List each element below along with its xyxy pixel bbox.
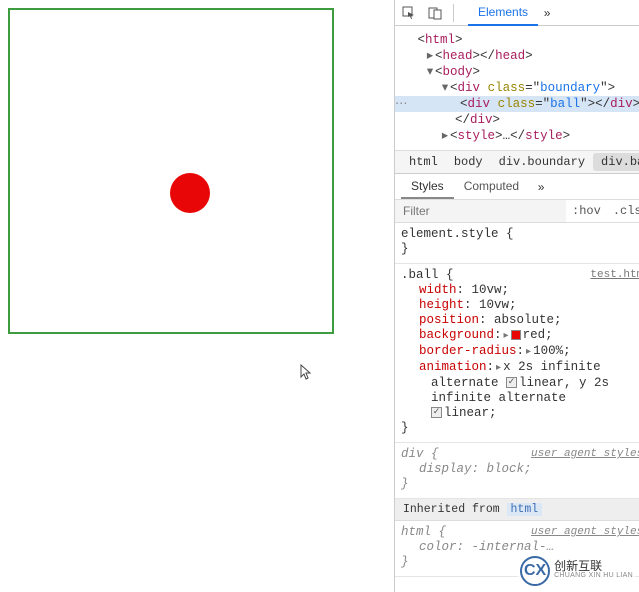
hov-toggle[interactable]: :hov: [566, 204, 607, 218]
styles-filter-input[interactable]: [395, 200, 566, 222]
logo-text-cn: 创新互联: [554, 561, 633, 571]
decl-width[interactable]: width: 10vw;: [401, 283, 639, 298]
devtools-tabs: Elements »: [468, 0, 556, 26]
dom-node-body[interactable]: ▾<body>: [395, 64, 639, 80]
rule-source-ua: user agent stylesheet: [531, 525, 639, 540]
styles-filter-row: :hov .cls ＋: [395, 200, 639, 223]
easing-swatch-icon[interactable]: [506, 377, 517, 388]
subtab-computed[interactable]: Computed: [454, 174, 529, 199]
brace-close: }: [401, 421, 639, 436]
tab-elements[interactable]: Elements: [468, 0, 538, 26]
preview-pane: [0, 0, 394, 592]
brace-close: }: [401, 242, 639, 257]
dom-tree[interactable]: <html> ▸<head></head> ▾<body> ▾<div clas…: [395, 26, 639, 150]
decl-animation[interactable]: animation:▸x 2s infinite: [401, 360, 639, 376]
decl-height[interactable]: height: 10vw;: [401, 298, 639, 313]
easing-swatch-icon[interactable]: [431, 407, 442, 418]
selector-element-style: element.style {: [401, 227, 639, 242]
rule-source-link[interactable]: test.html:21: [590, 268, 639, 283]
dom-node-html[interactable]: <html>: [395, 32, 639, 48]
rule-div-ua[interactable]: user agent stylesheet div { display: blo…: [395, 443, 639, 499]
toolbar-divider: [453, 4, 454, 22]
dom-node-style[interactable]: ▸<style>…</style>: [395, 128, 639, 144]
dom-node-head[interactable]: ▸<head></head>: [395, 48, 639, 64]
breadcrumb: html body div.boundary div.ball: [395, 150, 639, 174]
decl-position[interactable]: position: absolute;: [401, 313, 639, 328]
subtab-styles[interactable]: Styles: [401, 174, 454, 199]
decl-animation-cont1: alternate linear, y 2s: [401, 376, 639, 391]
logo-mark-icon: CX: [520, 556, 550, 586]
decl-border-radius[interactable]: border-radius:▸100%;: [401, 344, 639, 360]
decl-background[interactable]: background:▸red;: [401, 328, 639, 344]
devtools-toolbar: Elements » ⋮ ✕: [395, 0, 639, 26]
subtabs-overflow-icon[interactable]: »: [533, 180, 549, 194]
device-toolbar-icon[interactable]: [423, 2, 447, 24]
decl-animation-cont3: linear;: [401, 406, 639, 421]
inherited-from-bar: Inherited from html: [395, 499, 639, 521]
crumb-html[interactable]: html: [401, 153, 446, 171]
inspect-element-icon[interactable]: [397, 2, 421, 24]
decl-display: display: block;: [401, 462, 639, 477]
color-swatch-icon[interactable]: [511, 330, 521, 340]
decl-color: color: -internal-…: [401, 540, 639, 555]
styles-body[interactable]: element.style { } test.html:21 .ball { w…: [395, 223, 639, 592]
logo-text-en: CHUANG XIN HU LIAN: [554, 571, 633, 581]
rule-source-ua: user agent stylesheet: [531, 447, 639, 462]
decl-animation-cont2: infinite alternate: [401, 391, 639, 406]
crumb-body[interactable]: body: [446, 153, 491, 171]
devtools-panel: Elements » ⋮ ✕ <html> ▸<head></head> ▾<b…: [394, 0, 639, 592]
boundary-box: [8, 8, 334, 334]
brace-close: }: [401, 477, 639, 492]
styles-subtabs: Styles Computed »: [395, 174, 639, 200]
tabs-overflow-icon[interactable]: »: [538, 0, 556, 26]
rule-ball[interactable]: test.html:21 .ball { width: 10vw; height…: [395, 264, 639, 443]
rule-element-style[interactable]: element.style { }: [395, 223, 639, 264]
crumb-ball[interactable]: div.ball: [593, 153, 639, 171]
dom-node-boundary[interactable]: ▾<div class="boundary">: [395, 80, 639, 96]
ball: [170, 173, 210, 213]
watermark-logo: CX 创新互联 CHUANG XIN HU LIAN: [518, 554, 635, 588]
dom-node-div-close[interactable]: </div>: [395, 112, 639, 128]
cls-toggle[interactable]: .cls: [607, 204, 639, 218]
cursor-icon: [300, 364, 312, 380]
dom-node-ball[interactable]: ⋯ <div class="ball"></div> ==: [395, 96, 639, 112]
crumb-boundary[interactable]: div.boundary: [491, 153, 593, 171]
inherited-from-link[interactable]: html: [507, 503, 543, 516]
